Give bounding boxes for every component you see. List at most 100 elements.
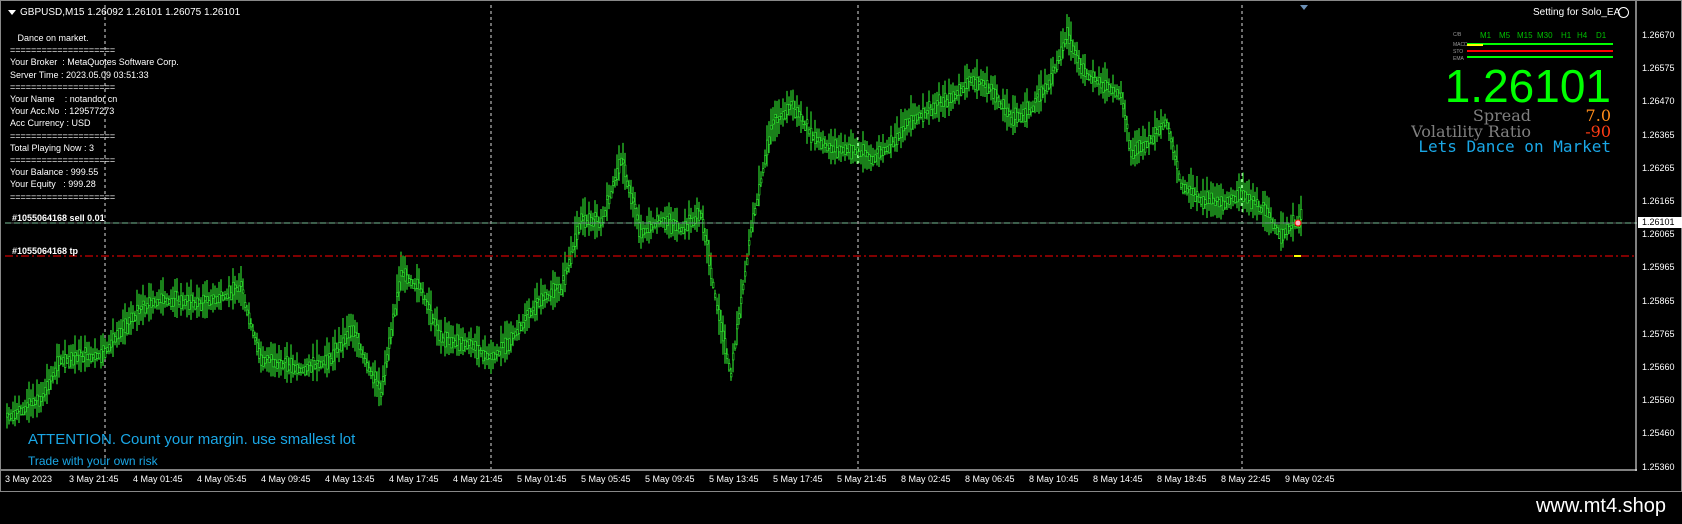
candle-body <box>634 203 637 209</box>
candle-body <box>1284 228 1287 235</box>
candle-body <box>762 168 765 173</box>
candle-body <box>352 325 355 338</box>
candle-body <box>6 412 9 418</box>
candle-body <box>96 353 99 359</box>
price-tick-label: 1.25560 <box>1642 395 1675 406</box>
candle-body <box>1006 107 1009 117</box>
candle-body <box>778 115 781 120</box>
candle-body <box>872 156 875 166</box>
candle-body <box>1136 141 1139 155</box>
candle-body <box>76 354 79 362</box>
smiley-icon[interactable] <box>1618 7 1629 18</box>
candle-body <box>240 281 243 287</box>
attention-warning: ATTENTION. Count your margin. use smalle… <box>28 431 356 448</box>
candle-body <box>388 337 391 349</box>
price-tick-label: 1.26575 <box>1642 63 1675 74</box>
candle-body <box>774 114 777 118</box>
candle-body <box>1262 202 1265 207</box>
candle-body <box>58 356 61 366</box>
candle-body <box>636 214 639 221</box>
time-tick-label: 9 May 02:45 <box>1285 474 1335 484</box>
candle-body <box>248 312 251 325</box>
sell-order-label[interactable]: #1055064168 sell 0.01 <box>12 213 105 223</box>
candle-body <box>44 386 47 396</box>
candle-body <box>302 367 305 373</box>
candle-body <box>576 225 579 240</box>
candle-body <box>1088 74 1091 80</box>
info-line: Your Acc.No : 129577273 <box>10 106 115 117</box>
candle-body <box>1104 80 1107 91</box>
candle-body <box>162 295 165 304</box>
take-profit-label[interactable]: #1055064168 tp <box>12 246 78 256</box>
candle-body <box>890 135 893 145</box>
candle-body <box>182 299 185 306</box>
candle-body <box>596 215 599 222</box>
candle-body <box>336 347 339 353</box>
candle-body <box>198 299 201 305</box>
candle-body <box>990 83 993 91</box>
candle-body <box>1052 66 1055 72</box>
candle-body <box>938 94 941 104</box>
candle-body <box>996 93 999 99</box>
time-tick-label: 5 May 21:45 <box>837 474 887 484</box>
candle-body <box>424 299 427 306</box>
candle-body <box>892 141 895 148</box>
candle-body <box>1094 77 1097 82</box>
info-line: Dance on market. <box>10 33 89 43</box>
time-tick-label: 4 May 05:45 <box>197 474 247 484</box>
ea-setting-title[interactable]: Setting for Solo_EA <box>1533 7 1620 18</box>
candle-body <box>1280 228 1283 244</box>
candle-body <box>322 360 325 365</box>
candle-body <box>400 270 403 277</box>
candle-body <box>712 281 715 288</box>
candle-body <box>172 297 175 307</box>
account-info-panel: Dance on market. ==================== Your… <box>10 32 179 203</box>
candle-body <box>50 375 53 382</box>
candle-body <box>268 357 271 363</box>
candle-body <box>688 214 691 219</box>
candle-body <box>750 227 753 233</box>
candle-body <box>104 348 107 358</box>
candle-body <box>338 342 341 350</box>
chart-window[interactable]: GBPUSD,M15 1.26092 1.26101 1.26075 1.261… <box>0 0 1682 492</box>
candle-body <box>958 84 961 96</box>
candle-body <box>594 212 597 218</box>
candle-body <box>1044 83 1047 91</box>
dropdown-triangle-icon[interactable] <box>8 9 16 15</box>
candle-body <box>672 219 675 226</box>
candle-body <box>660 217 663 222</box>
candle-body <box>112 333 115 343</box>
candle-body <box>204 296 207 302</box>
price-tick-label: 1.26165 <box>1642 196 1675 206</box>
candle-body <box>378 382 381 390</box>
candle-body <box>526 310 529 315</box>
candle-body <box>1084 68 1087 77</box>
candle-body <box>246 309 249 316</box>
candle-body <box>984 83 987 88</box>
candle-body <box>194 302 197 310</box>
candle-body <box>284 358 287 363</box>
symbol-header[interactable]: GBPUSD,M15 1.26092 1.26101 1.26075 1.261… <box>8 7 240 19</box>
current-price-display: 1.26101 <box>1444 60 1611 112</box>
candle-body <box>764 155 767 165</box>
candle-body <box>882 147 885 156</box>
candle-body <box>558 284 561 294</box>
candle-body <box>716 305 719 311</box>
candle-body <box>262 356 265 367</box>
candle-body <box>578 223 581 233</box>
candle-body <box>376 380 379 386</box>
candle-body <box>1106 82 1109 90</box>
candle-body <box>192 300 195 308</box>
candle-body <box>600 217 603 226</box>
candle-body <box>402 271 405 277</box>
candle-body <box>1010 116 1013 125</box>
candle-body <box>434 318 437 327</box>
price-tick-label: 1.25865 <box>1642 295 1675 306</box>
candlestick-chart[interactable] <box>1 1 1637 471</box>
candle-body <box>1230 194 1233 199</box>
candle-body <box>156 299 159 306</box>
candle-body <box>932 102 935 110</box>
candle-body <box>72 355 75 366</box>
candle-body <box>662 217 665 224</box>
candle-body <box>918 112 921 118</box>
